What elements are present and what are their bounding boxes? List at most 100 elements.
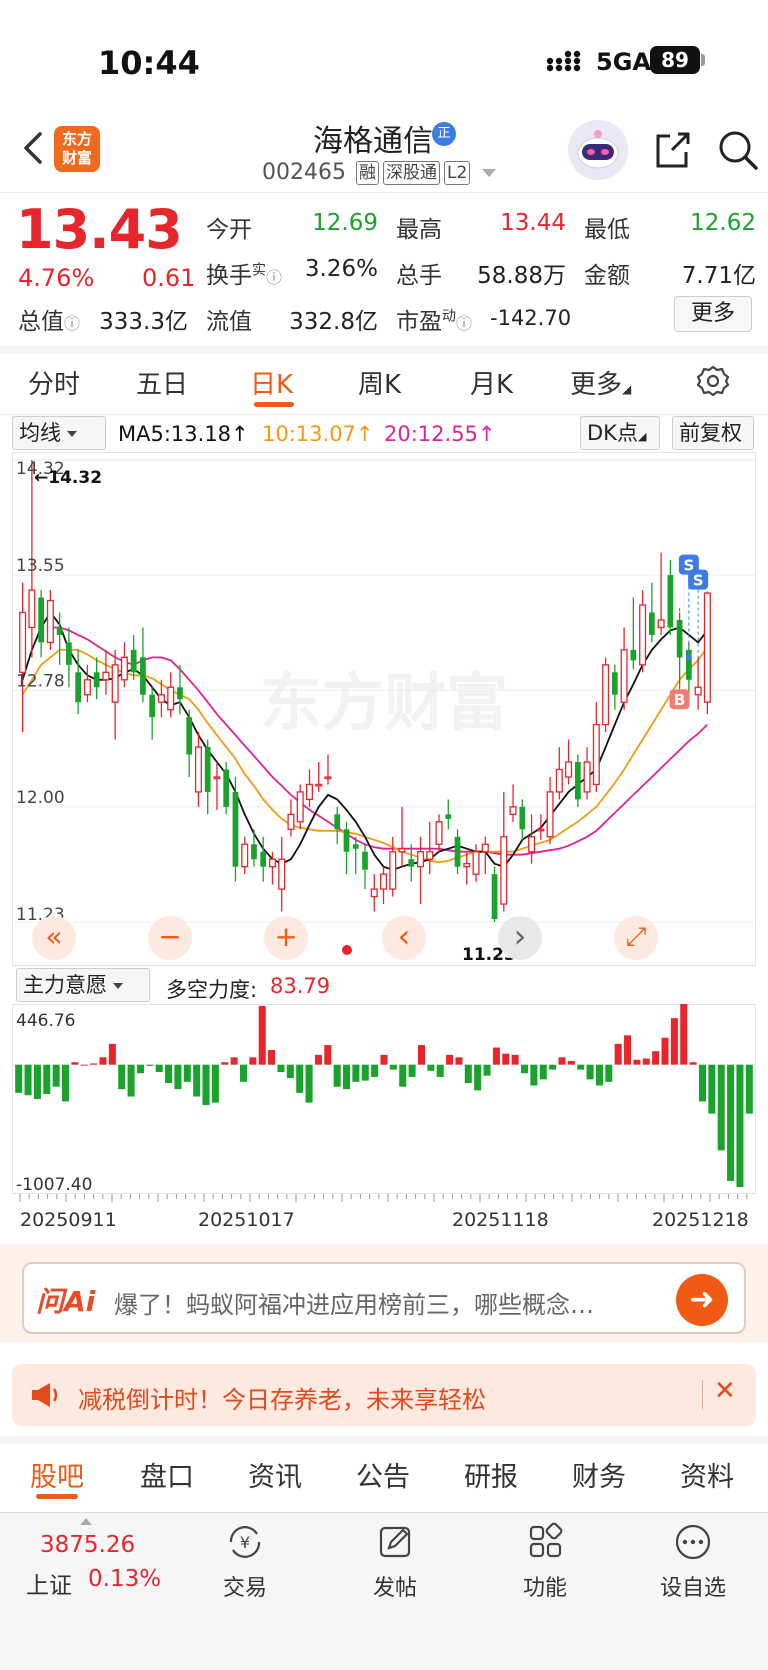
indicator-bar (230, 1057, 238, 1065)
network-type: 5GA (596, 48, 651, 76)
indicator-bar (71, 1062, 79, 1065)
index-value[interactable]: 3875.26 (40, 1532, 135, 1558)
turnover-label-text: 换手 (206, 263, 252, 289)
indicator-bar (502, 1053, 510, 1065)
candle-body (509, 806, 517, 815)
index-change[interactable]: 0.13% (88, 1566, 161, 1592)
indicator-bar (483, 1064, 491, 1076)
chevron-down-icon (113, 983, 123, 989)
tab-profile[interactable]: 资料 (680, 1455, 734, 1494)
next-button[interactable]: › (498, 916, 542, 960)
mktcap-value: 333.3亿 (99, 309, 188, 335)
nav-watchlist[interactable]: 设自选 (648, 1522, 738, 1602)
tab-monthly-k[interactable]: 月K (470, 364, 513, 401)
more-dots-icon (675, 1524, 711, 1560)
y-label: 13.55 (16, 556, 65, 576)
ma-selector-label: 均线 (19, 421, 61, 445)
tab-daily-k[interactable]: 日K (250, 364, 293, 401)
turnover-sup: 实 (252, 262, 266, 279)
candle-body (186, 717, 193, 755)
battery-icon: 89 (650, 46, 700, 74)
indicator-bar (221, 1062, 229, 1065)
turnover-label: 换手实ⓘ (206, 256, 282, 290)
indicator-label: 多空力度: (166, 978, 258, 1002)
candle-body (46, 599, 54, 644)
candle-body (379, 873, 388, 890)
edit-icon (379, 1526, 411, 1558)
low-value: 12.62 (690, 210, 756, 236)
ma-selector[interactable]: 均线 (12, 416, 106, 450)
tab-more[interactable]: 更多◢ (570, 364, 631, 401)
watermark: 东方财富 (260, 666, 508, 739)
zoom-in-button[interactable]: + (264, 916, 308, 960)
tab-news[interactable]: 资讯 (248, 1455, 302, 1494)
candle-body (324, 776, 332, 780)
nav-post[interactable]: 发帖 (350, 1522, 440, 1602)
prev-button[interactable]: ‹ (382, 916, 426, 960)
rewind-button[interactable]: « (32, 916, 76, 960)
index-name[interactable]: 上证 (26, 1566, 72, 1600)
search-icon[interactable] (716, 128, 760, 172)
tab-guba[interactable]: 股吧 (30, 1455, 84, 1494)
buy-marker-text: B (674, 691, 685, 709)
adjust-button[interactable]: 前复权 (672, 416, 754, 450)
ai-prompt-text[interactable]: 爆了！蚂蚁阿福冲进应用榜前三，哪些概念… (114, 1285, 654, 1320)
indicator-bar (661, 1037, 669, 1065)
ma10-value: 10:13.07↑ (262, 422, 374, 446)
candle-body (75, 672, 82, 703)
ai-go-button[interactable]: ➜ (676, 1274, 728, 1326)
candle-body (703, 592, 711, 703)
close-icon[interactable]: ✕ (714, 1376, 736, 1406)
tab-research[interactable]: 研报 (464, 1455, 518, 1494)
candle-body (602, 664, 610, 726)
indicator-bar (352, 1064, 360, 1082)
tab-pankou[interactable]: 盘口 (140, 1455, 194, 1494)
indicator-bar (745, 1064, 753, 1114)
nav-post-label: 发帖 (372, 1576, 417, 1601)
candle-body (278, 858, 286, 890)
expand-button[interactable]: ⤢ (614, 916, 658, 960)
candle-body (140, 657, 146, 695)
candle-body (28, 589, 36, 629)
tag-l2: L2 (443, 160, 471, 185)
indicator-bar (408, 1064, 416, 1077)
tab-weekly-k[interactable]: 周K (358, 364, 401, 401)
indicator-bar (614, 1043, 622, 1065)
tab-finance[interactable]: 财务 (572, 1455, 626, 1494)
share-icon[interactable] (650, 128, 694, 172)
info-icon[interactable]: ⓘ (456, 314, 472, 333)
gear-icon[interactable] (696, 364, 730, 398)
tab-five-day[interactable]: 五日 (136, 364, 188, 401)
candle-body (408, 859, 415, 867)
volume-label: 总手 (396, 263, 442, 289)
banner-text[interactable]: 减税倒计时！今日存养老，未来享轻松 (78, 1380, 486, 1415)
zoom-out-button[interactable]: − (148, 916, 192, 960)
open-value: 12.69 (312, 210, 378, 236)
indicator-chart[interactable]: 446.76 -1007.40 (12, 1004, 756, 1194)
zheng-badge[interactable]: 正 (432, 122, 456, 146)
indicator-bar (324, 1045, 332, 1065)
tab-intraday[interactable]: 分时 (28, 364, 80, 401)
indicator-bar (708, 1064, 716, 1114)
candle-body (519, 806, 526, 830)
info-icon[interactable]: ⓘ (64, 314, 80, 333)
y-label: 12.00 (16, 788, 65, 808)
indicator-bar (43, 1064, 51, 1095)
pe-sup: 动 (442, 308, 456, 325)
page-dot (342, 945, 352, 955)
dk-point-selector[interactable]: DK点◢ (580, 416, 660, 450)
tab-announcements[interactable]: 公告 (356, 1455, 410, 1494)
info-icon[interactable]: ⓘ (266, 268, 282, 287)
candle-body (620, 649, 628, 703)
tabs-divider (0, 414, 768, 415)
nav-functions[interactable]: 功能 (500, 1522, 590, 1602)
sell-marker-text: S (693, 572, 704, 590)
more-button[interactable]: 更多 (674, 296, 752, 332)
robot-avatar[interactable] (568, 120, 628, 180)
nav-trade[interactable]: ¥ 交易 (200, 1522, 290, 1602)
indicator-bar (174, 1064, 182, 1090)
stock-code-row[interactable]: 002465 融 深股通 L2 (262, 160, 497, 185)
kline-chart[interactable]: 东方财富 14.3213.5512.7812.0011.23 ←14.32 11… (12, 452, 756, 966)
indicator-bar (136, 1064, 144, 1074)
indicator-selector[interactable]: 主力意愿 (16, 968, 150, 1002)
